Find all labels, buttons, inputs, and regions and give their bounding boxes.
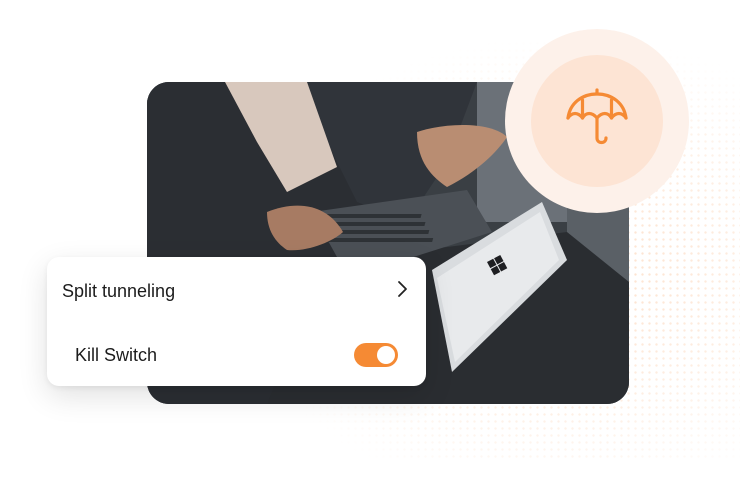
feature-badge-inner	[531, 55, 663, 187]
chevron-right-icon[interactable]	[396, 280, 408, 303]
umbrella-icon	[564, 86, 630, 157]
toggle-knob	[377, 346, 395, 364]
split-tunneling-label: Split tunneling	[62, 280, 176, 301]
split-tunneling-row[interactable]: Split tunneling	[47, 271, 426, 311]
feature-badge	[505, 29, 689, 213]
settings-card: Split tunneling Kill Switch	[47, 257, 426, 386]
kill-switch-row: Kill Switch	[47, 335, 426, 375]
kill-switch-toggle[interactable]	[354, 343, 398, 367]
kill-switch-label: Kill Switch	[75, 344, 158, 365]
